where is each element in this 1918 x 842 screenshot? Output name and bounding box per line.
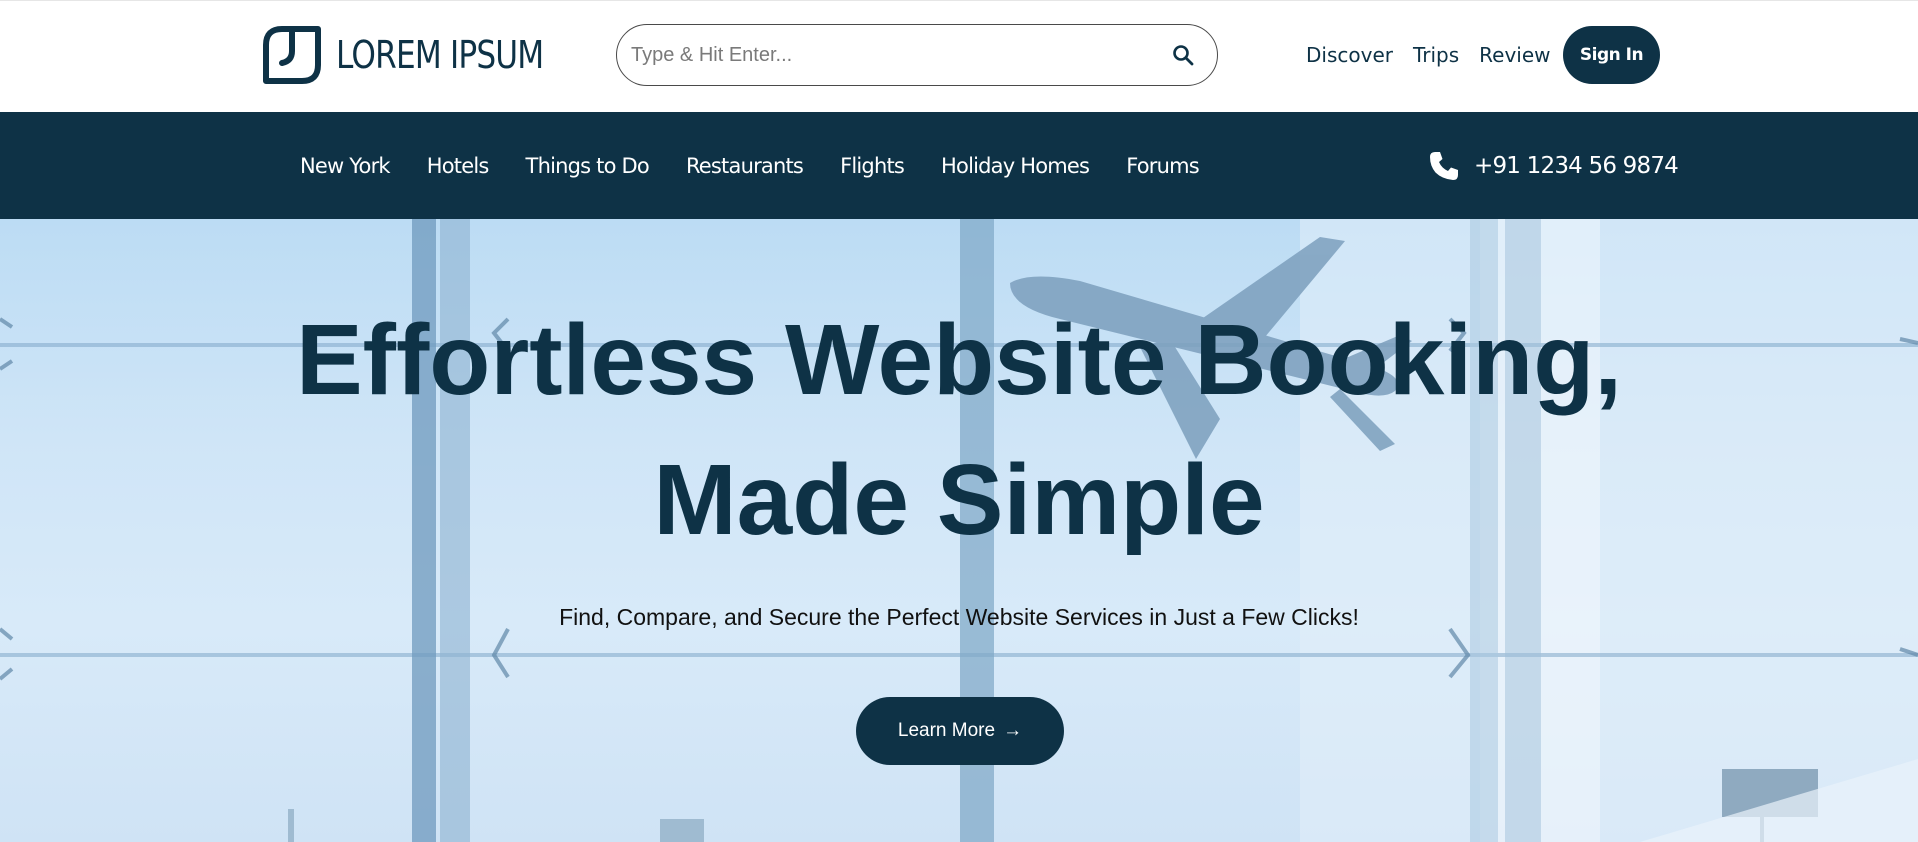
nav-item-hotels[interactable]: Hotels: [427, 154, 490, 178]
phone-number: +91 1234 56 9874: [1474, 152, 1679, 179]
learn-more-label: Learn More: [897, 720, 996, 741]
phone-contact[interactable]: +91 1234 56 9874: [1428, 112, 1679, 219]
brand-logo[interactable]: LOREM IPSUM: [260, 23, 589, 87]
nav-menu: New York Hotels Things to Do Restaurants…: [300, 112, 1200, 219]
nav-item-forums[interactable]: Forums: [1126, 154, 1200, 178]
phone-icon: [1430, 151, 1458, 180]
top-header: LOREM IPSUM Discover Trips Review Sign I…: [0, 0, 1918, 112]
search-input[interactable]: [631, 43, 1169, 67]
sign-in-button[interactable]: Sign In: [1563, 26, 1660, 84]
nav-item-holiday-homes[interactable]: Holiday Homes: [941, 154, 1090, 178]
hero-title-line2: Made Simple: [653, 444, 1265, 556]
nav-item-things-to-do[interactable]: Things to Do: [526, 154, 650, 178]
hero-section: Effortless Website Booking, Made Simple …: [0, 219, 1918, 842]
link-review[interactable]: Review: [1479, 43, 1550, 67]
brand-name: LOREM IPSUM: [336, 33, 544, 77]
nav-item-new-york[interactable]: New York: [300, 154, 391, 178]
learn-more-button[interactable]: Learn More →: [856, 697, 1064, 765]
link-discover[interactable]: Discover: [1306, 43, 1393, 67]
nav-item-flights[interactable]: Flights: [840, 154, 905, 178]
leaf-logo-icon: [263, 26, 321, 84]
hero-subtitle: Find, Compare, and Secure the Perfect We…: [559, 604, 1359, 630]
top-links: Discover Trips Review: [1306, 37, 1551, 73]
link-trips[interactable]: Trips: [1413, 43, 1459, 67]
arrow-right-icon: →: [1003, 720, 1023, 741]
search-box: [616, 24, 1218, 86]
nav-item-restaurants[interactable]: Restaurants: [686, 154, 804, 178]
hero-title-line1: Effortless Website Booking,: [295, 304, 1623, 416]
main-navbar: New York Hotels Things to Do Restaurants…: [0, 112, 1918, 219]
search-icon[interactable]: [1169, 41, 1197, 69]
